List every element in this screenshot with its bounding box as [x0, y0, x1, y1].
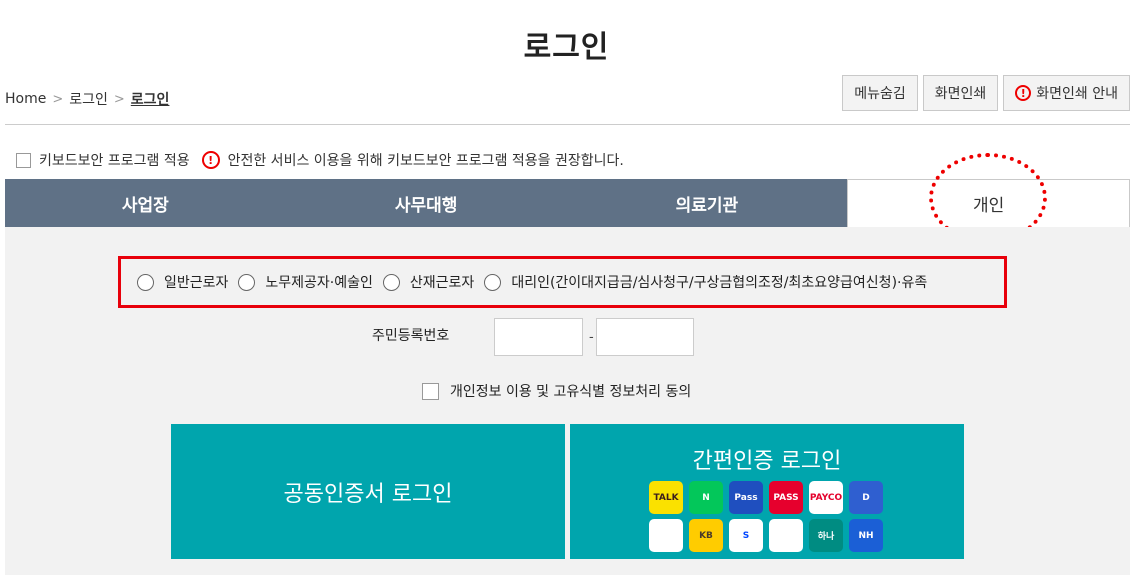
- print-guide-button[interactable]: ! 화면인쇄 안내: [1003, 75, 1130, 111]
- consent-label: 개인정보 이용 및 고유식별 정보처리 동의: [450, 384, 692, 400]
- payco-icon[interactable]: PAYCO: [809, 481, 843, 514]
- tab-label: 의료기관: [675, 195, 739, 216]
- tab-agency[interactable]: 사무대행: [285, 179, 567, 227]
- top-button-group: 메뉴숨김 화면인쇄 ! 화면인쇄 안내: [842, 75, 1130, 111]
- radio-label: 산재근로자: [409, 275, 475, 291]
- radio-labor-provider[interactable]: 노무제공자·예술인: [238, 272, 373, 292]
- shinhan-bank-icon[interactable]: S: [729, 519, 763, 552]
- radio-label: 일반근로자: [164, 275, 229, 291]
- kb-bank-icon[interactable]: KB: [689, 519, 723, 552]
- radio-button[interactable]: [238, 273, 256, 291]
- rrn-label: 주민등록번호: [372, 328, 450, 344]
- rrn-first-input[interactable]: [494, 318, 583, 356]
- kakao-icon[interactable]: TALK: [649, 481, 683, 514]
- radio-general-worker[interactable]: 일반근로자: [137, 272, 228, 292]
- radio-button[interactable]: [137, 273, 154, 291]
- tab-label: 사업장: [121, 195, 169, 216]
- hana-bank-icon[interactable]: 하나: [809, 519, 843, 552]
- rrn-second-input[interactable]: [596, 318, 694, 356]
- print-guide-label: 화면인쇄 안내: [1036, 86, 1118, 102]
- tab-label: 사무대행: [394, 195, 458, 216]
- radio-label: 노무제공자·예술인: [265, 275, 373, 291]
- radio-button[interactable]: [484, 273, 502, 291]
- radio-label: 대리인(간이대지급금/심사청구/구상금협의조정/최초요양급여신청)·유족: [511, 275, 928, 291]
- keyboard-security-notice: 안전한 서비스 이용을 위해 키보드보안 프로그램 적용을 권장합니다.: [227, 153, 624, 169]
- provider-icon-grid: TALK N Pass PASS PAYCO D KB S 하나 NH: [649, 481, 883, 552]
- breadcrumb-home[interactable]: Home: [5, 91, 46, 107]
- hide-menu-button[interactable]: 메뉴숨김: [842, 75, 918, 111]
- chevron-right-icon: >: [52, 91, 64, 107]
- samsung-pass-icon[interactable]: Pass: [729, 481, 763, 514]
- breadcrumb-item[interactable]: 로그인: [69, 89, 108, 109]
- certificate-login-button[interactable]: 공동인증서 로그인: [171, 424, 565, 559]
- alert-icon: !: [1015, 85, 1032, 101]
- keyboard-security-row: 키보드보안 프로그램 적용 ! 안전한 서비스 이용을 위해 키보드보안 프로그…: [16, 150, 624, 170]
- consent-checkbox[interactable]: [422, 382, 439, 400]
- simple-auth-login-button[interactable]: 간편인증 로그인 TALK N Pass PASS PAYCO D KB S 하나 NH: [570, 424, 964, 559]
- print-label: 화면인쇄: [934, 86, 987, 102]
- keyboard-security-label: 키보드보안 프로그램 적용: [39, 153, 190, 169]
- tab-label: 개인: [972, 196, 1005, 216]
- chevron-right-icon: >: [113, 91, 125, 107]
- toss-icon[interactable]: [649, 519, 683, 552]
- breadcrumb-current: 로그인: [130, 92, 170, 108]
- simple-auth-login-label: 간편인증 로그인: [692, 449, 842, 474]
- keyboard-security-checkbox[interactable]: [16, 152, 31, 168]
- tab-medical[interactable]: 의료기관: [566, 179, 848, 227]
- nh-bank-icon[interactable]: NH: [849, 519, 883, 552]
- banksalad-icon[interactable]: [769, 519, 803, 552]
- radio-agent[interactable]: 대리인(간이대지급금/심사청구/구상금협의조정/최초요양급여신청)·유족: [484, 272, 927, 292]
- pass-icon[interactable]: PASS: [769, 481, 803, 514]
- radio-button[interactable]: [382, 273, 400, 291]
- alert-icon: !: [201, 151, 220, 169]
- rrn-separator: -: [589, 330, 594, 345]
- tab-personal[interactable]: 개인: [847, 179, 1130, 227]
- user-type-radio-group: 일반근로자 노무제공자·예술인 산재근로자 대리인(간이대지급금/심사청구/구상…: [118, 256, 1007, 308]
- dream-icon[interactable]: D: [849, 481, 883, 514]
- naver-icon[interactable]: N: [689, 481, 723, 514]
- radio-injured-worker[interactable]: 산재근로자: [382, 272, 475, 292]
- page-title: 로그인: [523, 30, 610, 65]
- hide-menu-label: 메뉴숨김: [854, 86, 906, 102]
- print-button[interactable]: 화면인쇄: [922, 75, 999, 111]
- divider: [5, 124, 1130, 125]
- consent-row: 개인정보 이용 및 고유식별 정보처리 동의: [422, 381, 691, 401]
- certificate-login-label: 공동인증서 로그인: [283, 481, 453, 507]
- tab-business[interactable]: 사업장: [5, 179, 286, 227]
- login-type-tabs: 사업장 사무대행 의료기관 개인: [5, 179, 1130, 227]
- breadcrumb: Home > 로그인 > 로그인: [5, 89, 169, 109]
